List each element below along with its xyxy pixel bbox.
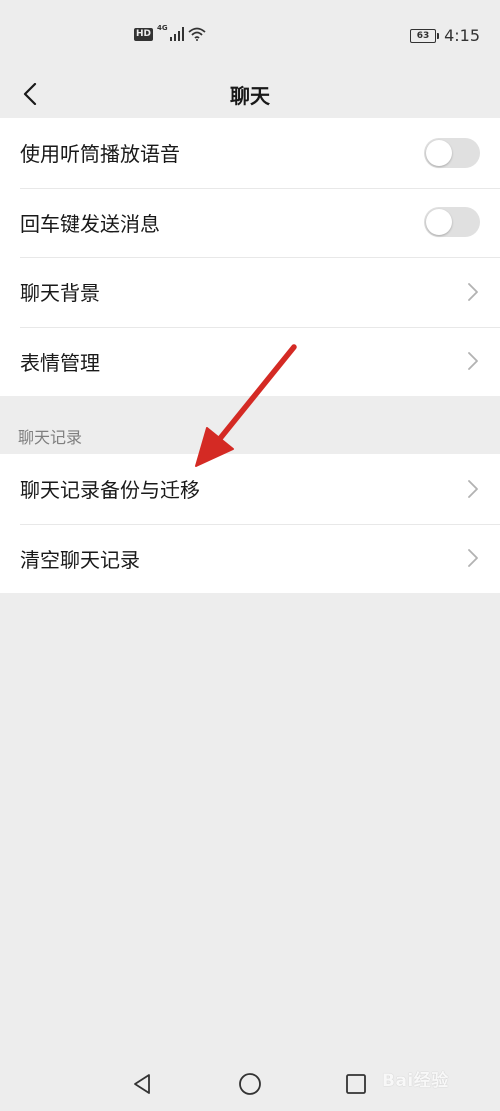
battery-level: 63 [416, 30, 430, 41]
chevron-right-icon [468, 352, 478, 371]
status-time: 4:15 [444, 26, 480, 45]
setting-label: 使用听筒播放语音 [20, 142, 180, 167]
battery-icon: 63 [410, 28, 440, 43]
hd-badge: HD [134, 27, 154, 41]
toggle-knob [426, 139, 452, 166]
setting-label: 回车键发送消息 [20, 211, 160, 236]
cellular-signal-icon [169, 27, 184, 41]
status-bar: HD 4G 63 4:15 [0, 0, 500, 70]
section-header-chat-history: 聊天记录 [18, 428, 83, 447]
setting-label: 聊天记录备份与迁移 [20, 478, 200, 503]
setting-label: 聊天背景 [20, 281, 100, 306]
wifi-icon [188, 27, 206, 41]
page-title: 聊天 [230, 84, 270, 108]
watermark: Bai经验 [382, 1071, 449, 1091]
system-home-button[interactable] [236, 1070, 264, 1098]
setting-row-clear-history[interactable]: 清空聊天记录 [0, 523, 500, 594]
status-indicators: HD 4G [134, 24, 206, 41]
setting-label: 清空聊天记录 [20, 547, 140, 572]
settings-group-general: 使用听筒播放语音 回车键发送消息 聊天背景 表情管理 [0, 118, 500, 396]
earpiece-toggle[interactable] [424, 137, 480, 168]
setting-row-chat-background[interactable]: 聊天背景 [0, 257, 500, 327]
toggle-knob [426, 209, 452, 236]
setting-row-sticker-management[interactable]: 表情管理 [0, 326, 500, 397]
status-right: 63 4:15 [410, 26, 480, 45]
chevron-right-icon [468, 479, 478, 498]
network-type-label: 4G [157, 24, 168, 32]
enter-send-toggle[interactable] [424, 207, 480, 238]
settings-group-chat-history: 聊天记录备份与迁移 清空聊天记录 [0, 454, 500, 593]
system-back-button[interactable] [128, 1070, 156, 1098]
square-recent-icon [346, 1074, 366, 1094]
nav-bar: 聊天 [0, 70, 500, 118]
system-recent-button[interactable] [342, 1070, 370, 1098]
setting-row-earpiece: 使用听筒播放语音 [0, 118, 500, 188]
setting-row-backup-migrate[interactable]: 聊天记录备份与迁移 [0, 454, 500, 524]
chevron-right-icon [468, 282, 478, 301]
chevron-right-icon [468, 549, 478, 568]
circle-home-icon [239, 1073, 261, 1095]
setting-row-enter-send: 回车键发送消息 [0, 187, 500, 258]
triangle-back-icon [134, 1074, 150, 1094]
setting-label: 表情管理 [20, 350, 100, 375]
